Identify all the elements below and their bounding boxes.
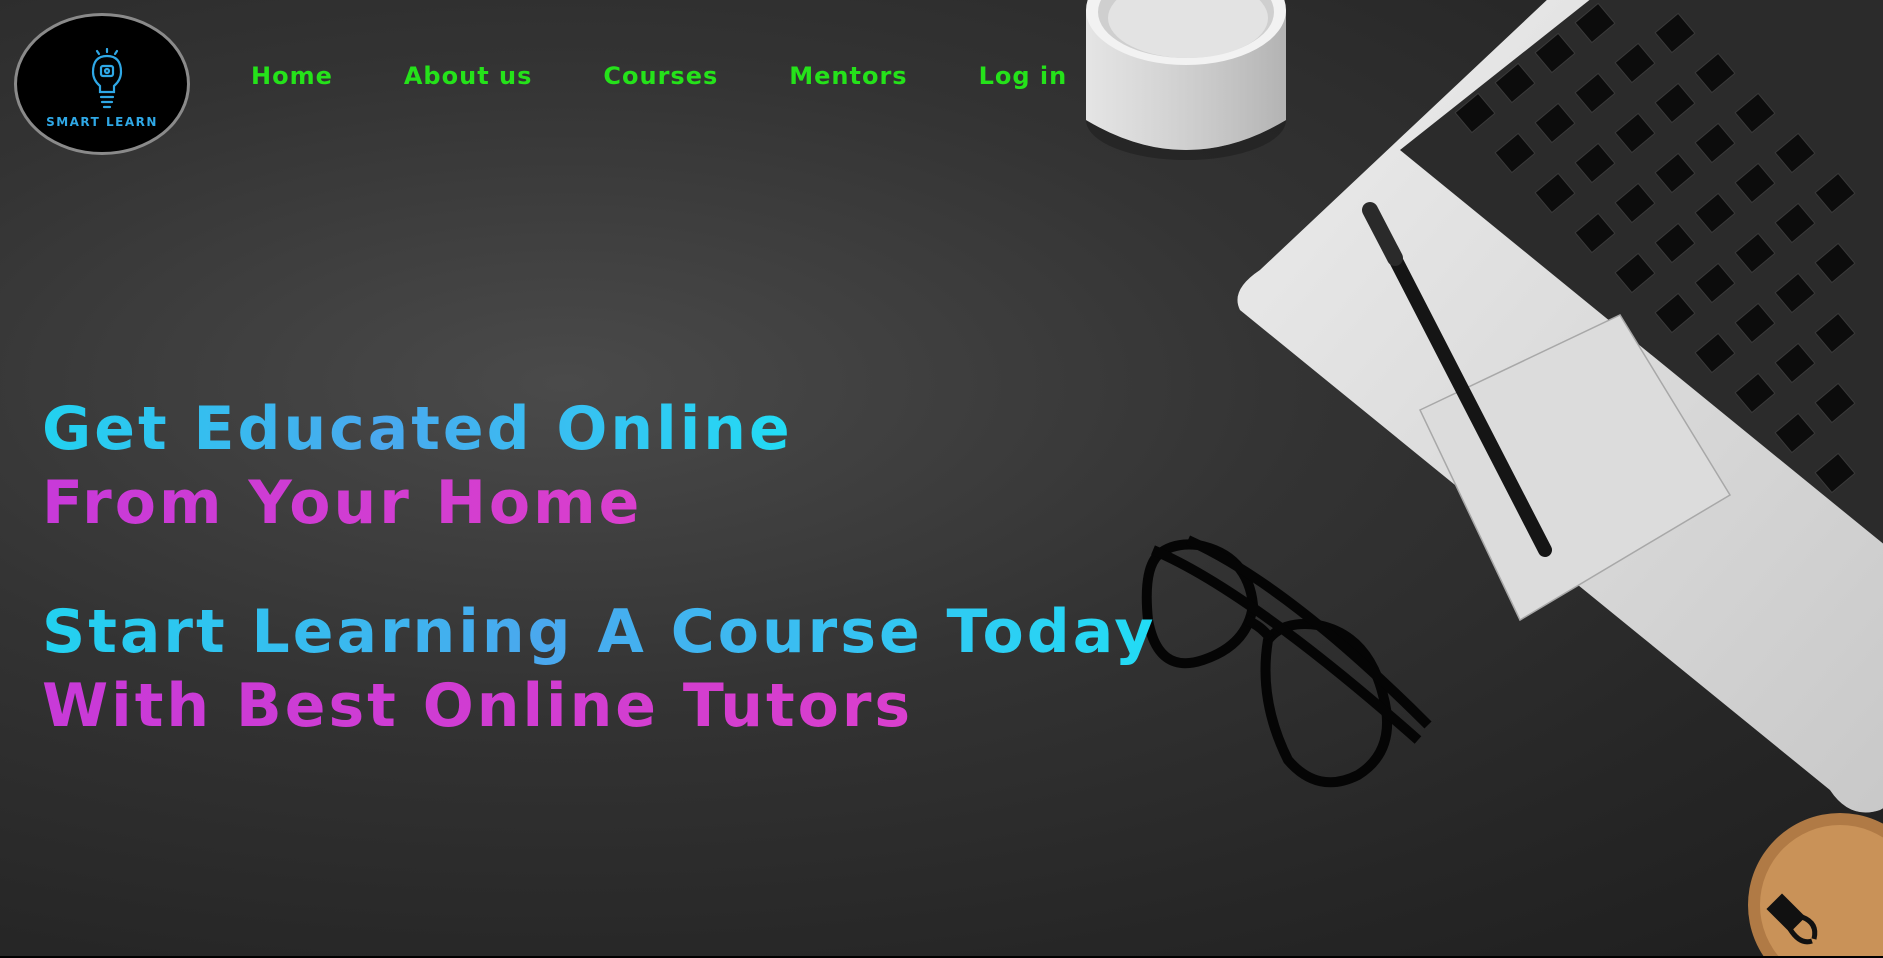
hero-headline-primary: Get Educated Online From Your Home [42, 392, 793, 540]
nav-item-home[interactable]: Home [251, 62, 333, 90]
main-nav: Home About us Courses Mentors Log in [251, 62, 1138, 90]
subheadline-line-2: With Best Online Tutors [42, 669, 1156, 743]
eyeglasses-image [1141, 535, 1432, 788]
nav-item-about-us[interactable]: About us [404, 62, 533, 90]
subheadline-line-1: Start Learning A Course Today [42, 597, 1157, 667]
headline-line-2: From Your Home [42, 466, 793, 540]
nav-item-mentors[interactable]: Mentors [789, 62, 907, 90]
headline-line-1: Get Educated Online [42, 394, 793, 464]
nav-item-courses[interactable]: Courses [603, 62, 718, 90]
hero-section: SMART LEARN Home About us Courses Mentor… [0, 0, 1883, 958]
lightbulb-icon [91, 48, 123, 109]
smart-learn-logo[interactable]: SMART LEARN [14, 13, 190, 155]
hero-headline-secondary: Start Learning A Course Today With Best … [42, 595, 1156, 743]
nav-item-log-in[interactable]: Log in [979, 62, 1068, 90]
logo-text: SMART LEARN [46, 115, 158, 129]
cork-tray-image [1748, 813, 1883, 958]
